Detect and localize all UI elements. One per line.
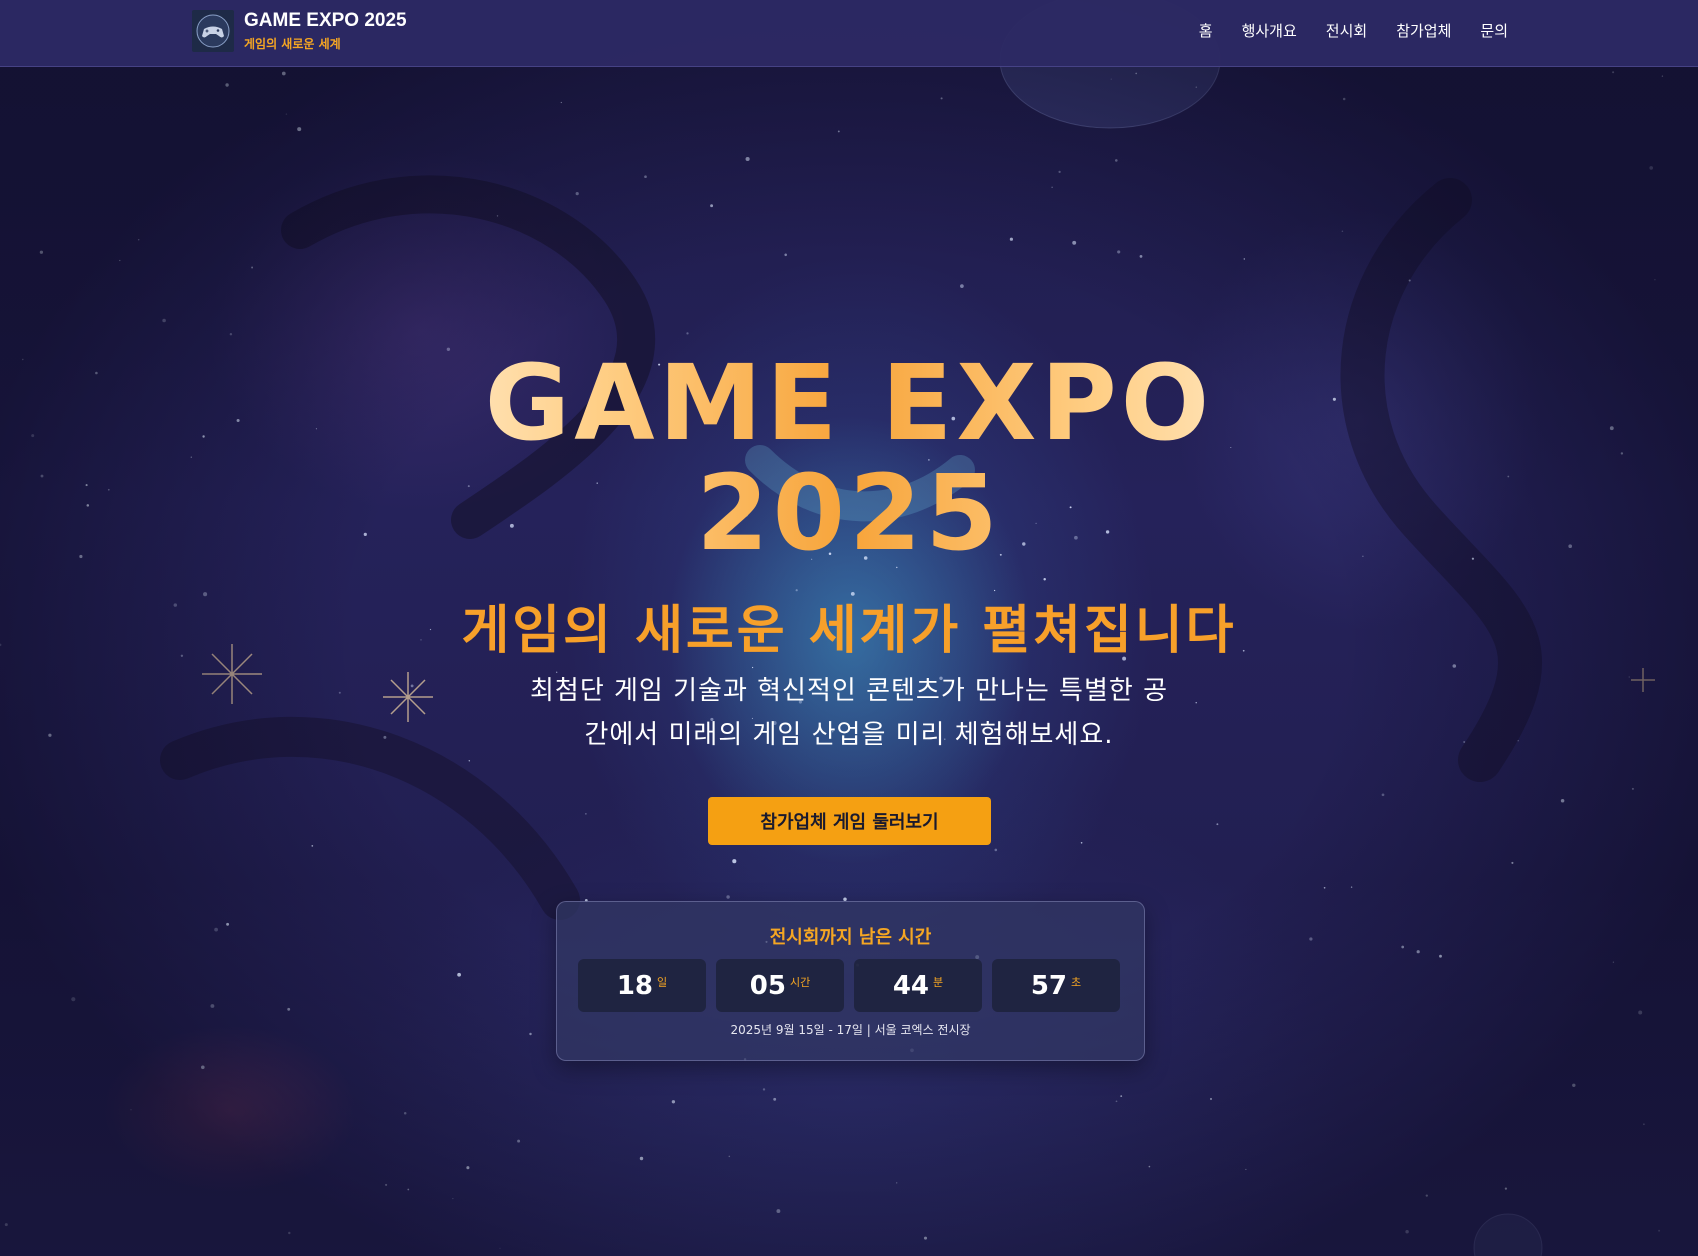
countdown-seconds-value: 57 (1030, 970, 1068, 1001)
gamepad-icon (196, 14, 230, 48)
countdown-hours-label: 시간 (789, 975, 811, 989)
brand-title[interactable]: GAME EXPO 2025 (244, 10, 407, 32)
countdown-hours: 05 시간 (716, 959, 844, 1012)
countdown-minutes: 44 분 (854, 959, 982, 1012)
hero-title-line1: GAME EXPO (484, 342, 1214, 464)
gamepad-button (216, 29, 220, 32)
hero-title-line2: 2025 (696, 452, 1002, 574)
browse-exhibitor-games-button[interactable]: 참가업체 게임 둘러보기 (708, 797, 991, 845)
countdown-days-value: 18 (616, 970, 654, 1001)
hero-title: GAME EXPO 2025 (349, 348, 1349, 568)
site-header: GAME EXPO 2025 게임의 새로운 세계 홈 행사개요 전시회 참가업… (0, 0, 1698, 67)
countdown-minutes-value: 44 (892, 970, 930, 1001)
countdown-hours-value: 05 (749, 970, 786, 1001)
countdown-title: 전시회까지 남은 시간 (769, 927, 932, 948)
countdown-days: 18 일 (578, 959, 706, 1012)
gamepad-logo-icon[interactable] (192, 10, 234, 52)
brand-subtitle: 게임의 새로운 세계 (244, 37, 341, 51)
nav-item-overview[interactable]: 행사개요 (1242, 20, 1297, 41)
countdown-seconds-label: 초 (1071, 975, 1082, 989)
hero-subtitle: 게임의 새로운 세계가 펼쳐집니다 (461, 601, 1237, 661)
page: GAME EXPO 2025 게임의 새로운 세계 홈 행사개요 전시회 참가업… (0, 0, 1698, 1256)
main-nav: 홈 행사개요 전시회 참가업체 문의 (1170, 20, 1508, 41)
countdown-minutes-label: 분 (933, 975, 944, 989)
event-date-location: 2025년 9월 15일 - 17일 | 서울 코엑스 전시장 (730, 1023, 971, 1037)
nav-item-exhibition[interactable]: 전시회 (1326, 20, 1367, 41)
nav-item-contact[interactable]: 문의 (1480, 20, 1508, 41)
countdown-seconds: 57 초 (992, 959, 1120, 1012)
hero-description-line2: 간에서 미래의 게임 산업을 미리 체험해보세요. (584, 720, 1114, 750)
countdown-card: 전시회까지 남은 시간 18 일 05 시간 44 분 57 초 2025년 9… (556, 901, 1145, 1061)
nav-item-home[interactable]: 홈 (1199, 20, 1213, 41)
hero-description: 최첨단 게임 기술과 혁신적인 콘텐츠가 만나는 특별한 공 간에서 미래의 게… (499, 669, 1199, 757)
nav-item-exhibitors[interactable]: 참가업체 (1396, 20, 1451, 41)
countdown-units: 18 일 05 시간 44 분 57 초 (578, 959, 1120, 1012)
countdown-days-label: 일 (657, 975, 668, 989)
hero-description-line1: 최첨단 게임 기술과 혁신적인 콘텐츠가 만나는 특별한 공 (529, 676, 1168, 706)
